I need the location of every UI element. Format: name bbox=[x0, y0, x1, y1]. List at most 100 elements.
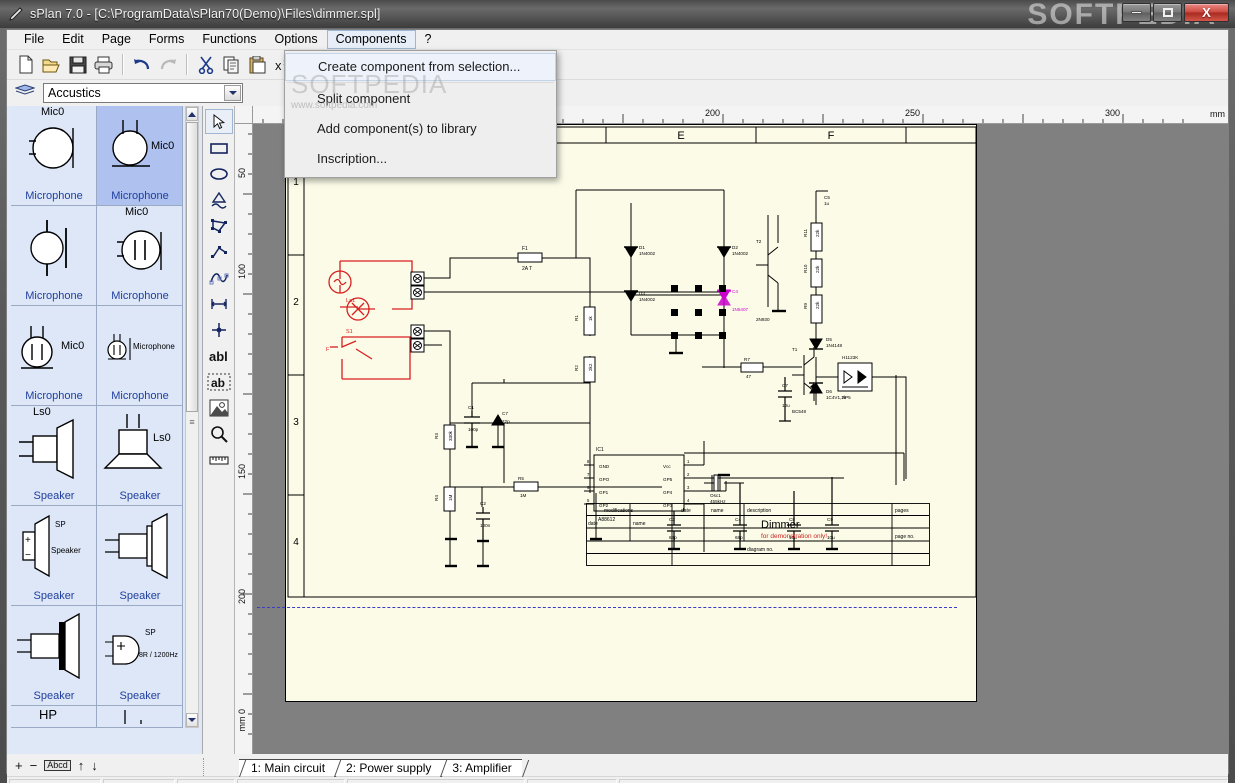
copy-icon[interactable] bbox=[219, 52, 245, 77]
library-item-tag: Mic0 bbox=[151, 140, 175, 152]
rename-page-button[interactable]: Abcd bbox=[44, 759, 71, 771]
scroll-down-arrow[interactable] bbox=[186, 713, 198, 727]
chevron-down-icon[interactable] bbox=[224, 85, 241, 101]
svg-text:330k: 330k bbox=[448, 430, 453, 441]
paste-icon[interactable] bbox=[245, 52, 271, 77]
menu-functions[interactable]: Functions bbox=[193, 30, 265, 49]
drawing-sheet[interactable]: D E F 1 2 3 4 bbox=[285, 124, 977, 702]
menu-options[interactable]: Options bbox=[266, 30, 327, 49]
connection-point-tool[interactable] bbox=[205, 317, 233, 342]
library-item-microphone-4[interactable]: Mic0 Microphone bbox=[97, 206, 183, 306]
library-toolbar: Accustics bbox=[7, 80, 1228, 106]
library-select[interactable]: Accustics bbox=[43, 83, 243, 103]
library-item-speaker-5[interactable]: Speaker bbox=[11, 606, 97, 706]
status-blank-panel bbox=[103, 779, 175, 783]
library-item-microphone-5[interactable]: Mic0 Microphone bbox=[11, 306, 97, 406]
text-tool[interactable]: abl bbox=[205, 343, 233, 368]
library-item-tag: SP bbox=[145, 628, 156, 637]
svg-text:page no.: page no. bbox=[895, 534, 914, 540]
new-file-icon[interactable] bbox=[13, 52, 39, 77]
close-button[interactable]: X bbox=[1184, 3, 1229, 22]
library-item-microphone-1[interactable]: Mic0 Microphone bbox=[11, 106, 97, 206]
svg-text:1M: 1M bbox=[520, 493, 527, 498]
svg-text:F: F bbox=[326, 347, 330, 353]
maximize-button[interactable] bbox=[1153, 3, 1182, 22]
svg-text:1N4002: 1N4002 bbox=[732, 251, 749, 256]
page-tab-main-circuit[interactable]: 1: Main circuit bbox=[239, 759, 336, 776]
hint-panel: Edit: Select, move, rotate, delete eleme… bbox=[619, 779, 1228, 783]
library-item-speaker-1[interactable]: Ls0 Speaker bbox=[11, 406, 97, 506]
svg-text:3: 3 bbox=[687, 485, 690, 490]
menu-inscription[interactable]: Inscription... bbox=[285, 144, 556, 174]
polyline-tool[interactable] bbox=[205, 239, 233, 264]
move-page-up-button[interactable]: ↑ bbox=[78, 759, 85, 772]
svg-text:10u: 10u bbox=[782, 403, 790, 408]
symbol-library-panel: Mic0 Microphone Mic0 Microphone Micropho… bbox=[7, 106, 203, 754]
library-item-microphone-6[interactable]: Microphone Microphone bbox=[97, 306, 183, 406]
window-title: sPlan 7.0 - [C:\ProgramData\sPlan70(Demo… bbox=[30, 7, 381, 21]
page-tab-power-supply[interactable]: 2: Power supply bbox=[334, 759, 442, 776]
main-toolbar: x: 123 bbox=[7, 50, 1228, 80]
text-box-tool[interactable]: ab bbox=[205, 369, 233, 394]
book-icon bbox=[14, 83, 36, 103]
svg-text:for demonstration only!: for demonstration only! bbox=[761, 533, 827, 540]
undo-icon[interactable] bbox=[129, 52, 155, 77]
pencil-icon bbox=[8, 6, 24, 22]
ruler-label-300: 300 bbox=[1105, 108, 1121, 118]
cut-scissors-icon[interactable] bbox=[193, 52, 219, 77]
open-folder-icon[interactable] bbox=[39, 52, 65, 77]
menu-split-component[interactable]: Split component bbox=[285, 84, 556, 114]
ellipse-tool[interactable] bbox=[205, 161, 233, 186]
select-arrow-tool[interactable] bbox=[204, 109, 233, 134]
polygon-tool[interactable] bbox=[205, 213, 233, 238]
move-page-down-button[interactable]: ↓ bbox=[91, 759, 98, 772]
library-item-partial-1[interactable]: HP bbox=[11, 706, 97, 728]
library-item-caption: Microphone bbox=[111, 190, 169, 202]
library-item-caption: Speaker bbox=[119, 590, 161, 602]
drawing-canvas[interactable]: 150 200 250 300 350 mm 50 100 150 bbox=[235, 106, 1228, 754]
svg-text:R10: R10 bbox=[803, 264, 808, 273]
library-item-microphone-3[interactable]: Microphone bbox=[11, 206, 97, 306]
scroll-up-arrow[interactable] bbox=[186, 107, 198, 121]
rectangle-tool[interactable] bbox=[205, 135, 233, 160]
page-tab-amplifier[interactable]: 3: Amplifier bbox=[440, 759, 522, 776]
scrollbar-grip: ≡ bbox=[189, 417, 195, 427]
menu-create-component-from-selection[interactable]: Create component from selection... bbox=[285, 53, 556, 81]
dimension-tool[interactable] bbox=[205, 291, 233, 316]
image-tool[interactable] bbox=[205, 395, 233, 420]
print-icon[interactable] bbox=[91, 52, 117, 77]
svg-text:1M: 1M bbox=[448, 494, 453, 501]
library-item-speaker-2[interactable]: Ls0 Speaker bbox=[97, 406, 183, 506]
svg-text:1N4148: 1N4148 bbox=[826, 343, 843, 348]
minimize-button[interactable] bbox=[1122, 3, 1151, 22]
menu-page[interactable]: Page bbox=[93, 30, 140, 49]
menu-forms[interactable]: Forms bbox=[140, 30, 193, 49]
magnifier-tool[interactable] bbox=[205, 421, 233, 446]
scale-display[interactable]: 1:1 mm bbox=[177, 779, 235, 783]
library-item-speaker-6[interactable]: SP 8R / 1200Hz Speaker bbox=[97, 606, 183, 706]
ruler-tool[interactable] bbox=[205, 447, 233, 472]
scrollbar-thumb[interactable] bbox=[186, 122, 198, 412]
remove-page-button[interactable]: − bbox=[30, 759, 38, 772]
library-item-microphone-2[interactable]: Mic0 Microphone bbox=[97, 106, 183, 206]
grid-zoom-display[interactable]: Grid:1 mm Zoom:0.80 bbox=[237, 779, 345, 783]
library-scrollbar[interactable]: ≡ bbox=[185, 106, 199, 728]
menu-help[interactable]: ? bbox=[416, 30, 441, 49]
svg-text:C2: C2 bbox=[480, 501, 486, 506]
menu-add-components-to-library[interactable]: Add component(s) to library bbox=[285, 114, 556, 144]
svg-text:22k: 22k bbox=[815, 229, 820, 237]
bezier-tool[interactable] bbox=[205, 265, 233, 290]
svg-text:S1: S1 bbox=[346, 329, 353, 335]
library-item-speaker-3[interactable]: + − SP Speaker Speaker bbox=[11, 506, 97, 606]
menu-components[interactable]: Components bbox=[326, 30, 416, 49]
main-split: Mic0 Microphone Mic0 Microphone Micropho… bbox=[7, 106, 1228, 754]
add-page-button[interactable]: + bbox=[15, 759, 23, 772]
library-item-tag: Microphone bbox=[133, 342, 175, 351]
library-item-partial-2[interactable] bbox=[97, 706, 183, 728]
menu-file[interactable]: File bbox=[15, 30, 53, 49]
sheet-viewport[interactable]: D E F 1 2 3 4 bbox=[253, 124, 1228, 754]
save-disk-icon[interactable] bbox=[65, 52, 91, 77]
menu-edit[interactable]: Edit bbox=[53, 30, 93, 49]
special-shape-tool[interactable] bbox=[205, 187, 233, 212]
library-item-speaker-4[interactable]: Speaker bbox=[97, 506, 183, 606]
